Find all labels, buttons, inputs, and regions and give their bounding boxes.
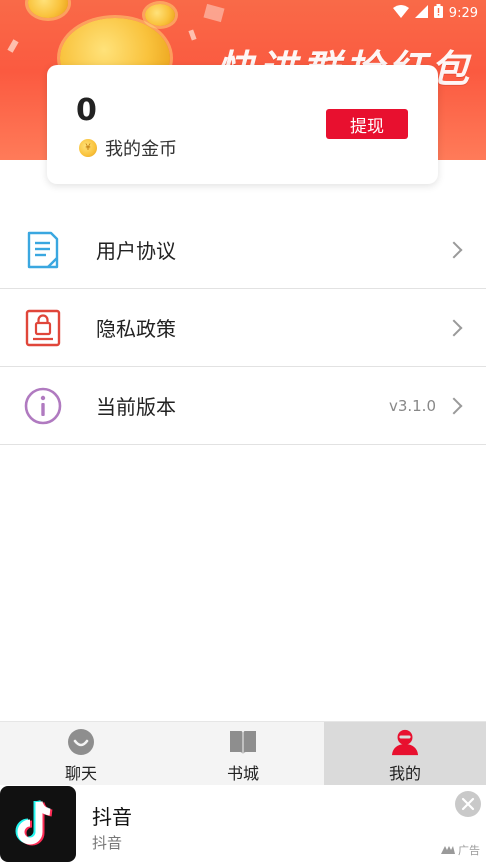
settings-menu: 用户协议 隐私政策 当前版本 v3.1.0 xyxy=(0,211,486,445)
tiktok-logo-icon[interactable] xyxy=(0,786,76,862)
gold-coin-decoration xyxy=(145,4,175,26)
ad-tag: 广告 xyxy=(441,842,480,858)
coin-label: 我的金币 xyxy=(105,139,177,160)
confetti-decoration xyxy=(7,39,19,53)
confetti-decoration xyxy=(203,3,225,23)
tab-label: 书城 xyxy=(226,764,259,783)
app-screen: 快进群抢红包 9:29 0 ¥ 我的金币 提现 xyxy=(0,0,486,862)
ad-banner[interactable]: 抖音 抖音 广告 xyxy=(0,785,486,862)
profile-icon xyxy=(391,728,419,756)
chevron-right-icon xyxy=(445,397,463,414)
coin-count: 0 xyxy=(76,93,97,128)
status-bar: 9:29 xyxy=(392,2,478,24)
battery-icon xyxy=(433,4,443,22)
tab-chat[interactable]: 聊天 xyxy=(0,722,162,785)
gold-coin-decoration xyxy=(28,0,68,18)
confetti-decoration xyxy=(188,29,197,41)
bottom-nav: 聊天 书城 我的 xyxy=(0,721,486,785)
coin-icon: ¥ xyxy=(79,139,97,157)
ad-subtitle: 抖音 xyxy=(92,834,123,852)
chevron-right-icon xyxy=(445,241,463,258)
lock-icon xyxy=(24,309,62,347)
tab-label: 聊天 xyxy=(64,764,97,783)
version-value: v3.1.0 xyxy=(388,396,436,415)
signal-icon xyxy=(414,4,428,22)
menu-item-current-version[interactable]: 当前版本 v3.1.0 xyxy=(0,367,486,445)
document-icon xyxy=(24,231,62,269)
ad-tag-label: 广告 xyxy=(458,844,480,857)
coin-label-row: ¥ 我的金币 xyxy=(79,135,177,161)
close-icon[interactable] xyxy=(455,791,481,817)
tab-mine[interactable]: 我的 xyxy=(324,722,486,785)
ad-title: 抖音 xyxy=(92,805,132,829)
withdraw-button[interactable]: 提现 xyxy=(326,109,408,139)
ad-brand-icon xyxy=(441,844,455,857)
tab-label: 我的 xyxy=(388,764,421,783)
book-icon xyxy=(229,728,257,756)
menu-item-label: 用户协议 xyxy=(96,239,176,263)
menu-item-privacy-policy[interactable]: 隐私政策 xyxy=(0,289,486,367)
menu-item-label: 隐私政策 xyxy=(96,317,176,341)
status-time: 9:29 xyxy=(448,5,478,21)
menu-item-user-agreement[interactable]: 用户协议 xyxy=(0,211,486,289)
tab-bookstore[interactable]: 书城 xyxy=(162,722,324,785)
chat-icon xyxy=(67,728,95,756)
info-icon xyxy=(24,387,62,425)
menu-item-label: 当前版本 xyxy=(96,395,176,419)
chevron-right-icon xyxy=(445,319,463,336)
coin-card: 0 ¥ 我的金币 提现 xyxy=(47,65,438,184)
wifi-icon xyxy=(392,4,409,22)
